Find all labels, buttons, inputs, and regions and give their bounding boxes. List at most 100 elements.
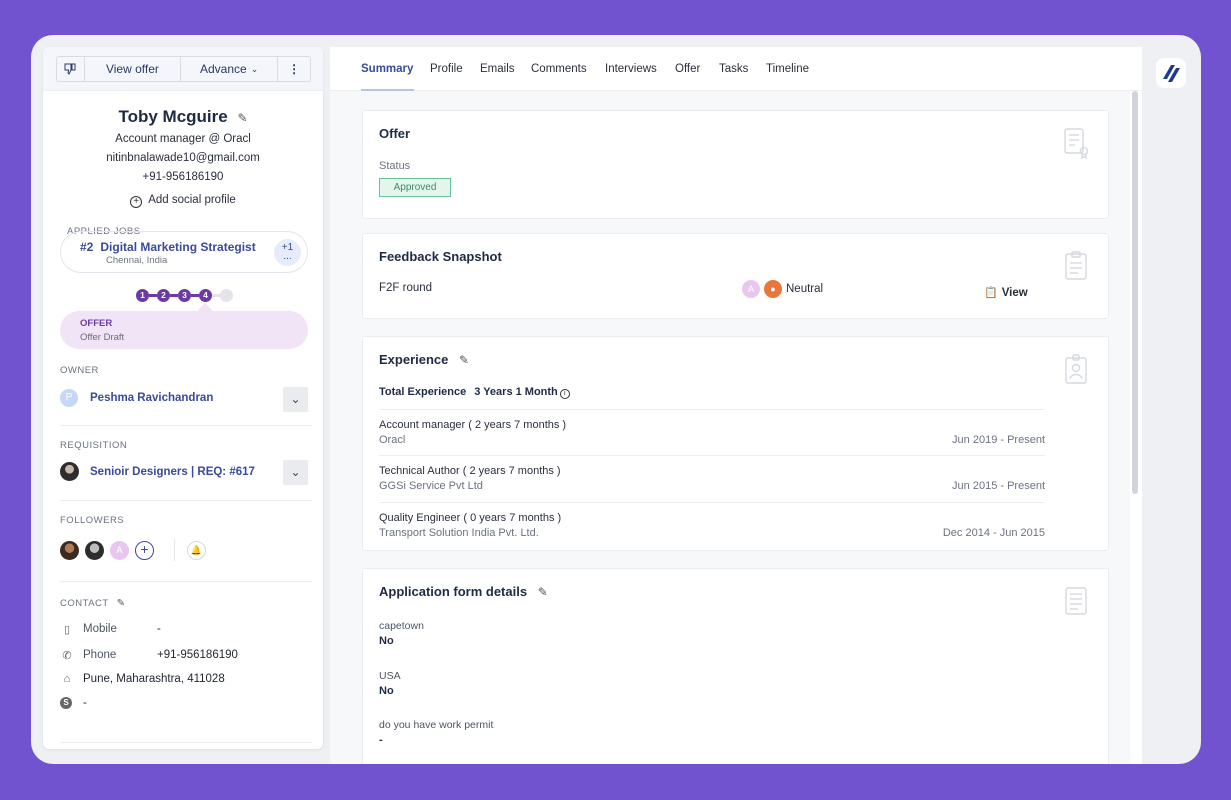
- form-question: USA: [379, 670, 401, 682]
- total-experience-value: 3 Years 1 Month: [474, 386, 558, 398]
- edit-icon[interactable]: ✎: [117, 598, 126, 609]
- contact-label-row: CONTACT ✎: [60, 598, 126, 609]
- phone-label: Phone: [83, 649, 117, 661]
- owner-name[interactable]: Peshma Ravichandran: [90, 392, 213, 404]
- divider: [379, 455, 1045, 456]
- stage-subtitle: Offer Draft: [80, 332, 125, 343]
- step-4[interactable]: 4: [199, 288, 212, 302]
- tab-timeline[interactable]: Timeline: [766, 63, 809, 75]
- divider: [60, 500, 312, 501]
- add-social-label: Add social profile: [148, 194, 236, 206]
- main-panel: Summary Profile Emails Comments Intervie…: [330, 47, 1142, 764]
- edit-icon[interactable]: ✎: [538, 585, 548, 599]
- followers-label: FOLLOWERS: [60, 515, 125, 526]
- skype-value: -: [83, 697, 87, 709]
- contact-label: CONTACT: [60, 598, 109, 609]
- form-answer: No: [379, 685, 394, 697]
- offer-card: Offer Status Approved: [362, 110, 1109, 219]
- step-5[interactable]: [220, 288, 233, 302]
- info-icon[interactable]: i: [559, 389, 570, 399]
- follower-avatar[interactable]: [60, 540, 79, 560]
- candidate-sidebar: View offer Advance ⌄ ⋮ Toby Mcguire ✎ Acc…: [43, 47, 323, 749]
- tab-interviews[interactable]: Interviews: [605, 63, 657, 75]
- stage-title: OFFER: [80, 318, 113, 329]
- add-social-profile-button[interactable]: + Add social profile: [43, 194, 323, 208]
- application-form-title: Application form details: [379, 584, 528, 599]
- chevron-down-icon: ⌄: [250, 63, 259, 74]
- tab-profile[interactable]: Profile: [430, 63, 463, 75]
- brand-logo[interactable]: [1155, 57, 1187, 89]
- phone-value[interactable]: +91-956186190: [157, 649, 238, 661]
- mobile-icon: ▯: [63, 624, 71, 636]
- step-connector: [212, 293, 220, 297]
- app-window: View offer Advance ⌄ ⋮ Toby Mcguire ✎ Acc…: [31, 35, 1201, 764]
- more-jobs-dots: ...: [283, 251, 292, 262]
- advance-button[interactable]: Advance ⌄: [181, 57, 279, 81]
- application-form-title-row: Application form details ✎: [379, 584, 548, 599]
- candidate-name: Toby Mcguire: [118, 107, 228, 126]
- more-jobs-badge[interactable]: +1 ...: [274, 239, 301, 266]
- owner-row: P Peshma Ravichandran ⌄: [60, 387, 308, 413]
- edit-icon[interactable]: ✎: [237, 111, 247, 125]
- application-form-card: Application form details ✎ capetown No U…: [362, 568, 1109, 764]
- form-answer: No: [379, 635, 394, 647]
- phone-icon: ✆: [62, 650, 72, 662]
- form-answer: -: [379, 734, 383, 746]
- divider: [60, 581, 312, 582]
- divider: [60, 742, 312, 743]
- feedback-rating: Neutral: [786, 283, 824, 295]
- tab-offer[interactable]: Offer: [675, 63, 700, 75]
- total-experience: Total Experience 3 Years 1 Month i: [379, 386, 570, 399]
- tab-emails[interactable]: Emails: [480, 63, 515, 75]
- thumbs-down-icon[interactable]: [57, 57, 85, 81]
- step-3[interactable]: 3: [178, 288, 191, 302]
- edit-icon[interactable]: ✎: [459, 353, 469, 367]
- divider: [379, 502, 1045, 503]
- candidate-title: Account manager @ Oracl: [115, 133, 251, 145]
- step-2[interactable]: 2: [157, 288, 170, 302]
- experience-role: Technical Author ( 2 years 7 months ): [379, 465, 561, 477]
- offer-status-label: Status: [379, 160, 411, 172]
- id-badge-icon: [1062, 353, 1090, 385]
- summary-content: Offer Status Approved Feedback Snapshot …: [330, 91, 1130, 764]
- requisition-dropdown-button[interactable]: ⌄: [283, 460, 308, 485]
- follower-avatar[interactable]: [85, 540, 104, 560]
- candidate-phone[interactable]: +91-956186190: [43, 171, 323, 183]
- owner-label: OWNER: [60, 365, 99, 376]
- view-feedback-button[interactable]: 📋 View: [984, 286, 1028, 299]
- status-badge: Approved: [379, 178, 451, 197]
- tab-comments[interactable]: Comments: [531, 63, 587, 75]
- owner-dropdown-button[interactable]: ⌄: [283, 387, 308, 412]
- tab-tasks[interactable]: Tasks: [719, 63, 748, 75]
- followers-row: A + 🔔: [60, 539, 206, 561]
- candidate-email[interactable]: nitinbnalawade10@gmail.com: [43, 152, 323, 164]
- feedback-round: F2F round: [379, 282, 433, 294]
- requisition-name[interactable]: Senioir Designers | REQ: #617: [90, 466, 255, 478]
- experience-card: Experience ✎ Total Experience 3 Years 1 M…: [362, 336, 1109, 551]
- chevron-down-icon: ⌄: [290, 392, 301, 406]
- owner-avatar: P: [60, 389, 78, 407]
- follower-avatar[interactable]: A: [110, 540, 129, 560]
- job-title: Digital Marketing Strategist: [100, 240, 256, 254]
- tab-summary[interactable]: Summary: [361, 63, 413, 75]
- experience-role: Quality Engineer ( 0 years 7 months ): [379, 512, 562, 524]
- applied-job-card[interactable]: #2 Digital Marketing Strategist Chennai, …: [60, 231, 308, 273]
- step-1[interactable]: 1: [136, 288, 149, 302]
- interviewer-avatar: A: [742, 280, 760, 298]
- current-stage-card: OFFER Offer Draft: [60, 311, 308, 349]
- scrollbar[interactable]: [1132, 91, 1138, 494]
- add-follower-icon[interactable]: +: [135, 540, 154, 560]
- requisition-row: Senioir Designers | REQ: #617 ⌄: [60, 460, 308, 486]
- bell-icon[interactable]: 🔔: [187, 540, 206, 560]
- form-question: do you have work permit: [379, 719, 494, 731]
- more-options-button[interactable]: ⋮: [278, 57, 310, 81]
- experience-title-row: Experience ✎: [379, 352, 469, 367]
- stage-stepper: 1 2 3 4: [136, 288, 233, 302]
- requisition-avatar: [60, 462, 79, 481]
- job-number: #2: [80, 240, 94, 254]
- divider: [379, 409, 1045, 410]
- experience-role: Account manager ( 2 years 7 months ): [379, 419, 567, 431]
- total-experience-label: Total Experience: [379, 386, 467, 398]
- mobile-value: -: [157, 623, 161, 635]
- view-offer-button[interactable]: View offer: [85, 57, 182, 81]
